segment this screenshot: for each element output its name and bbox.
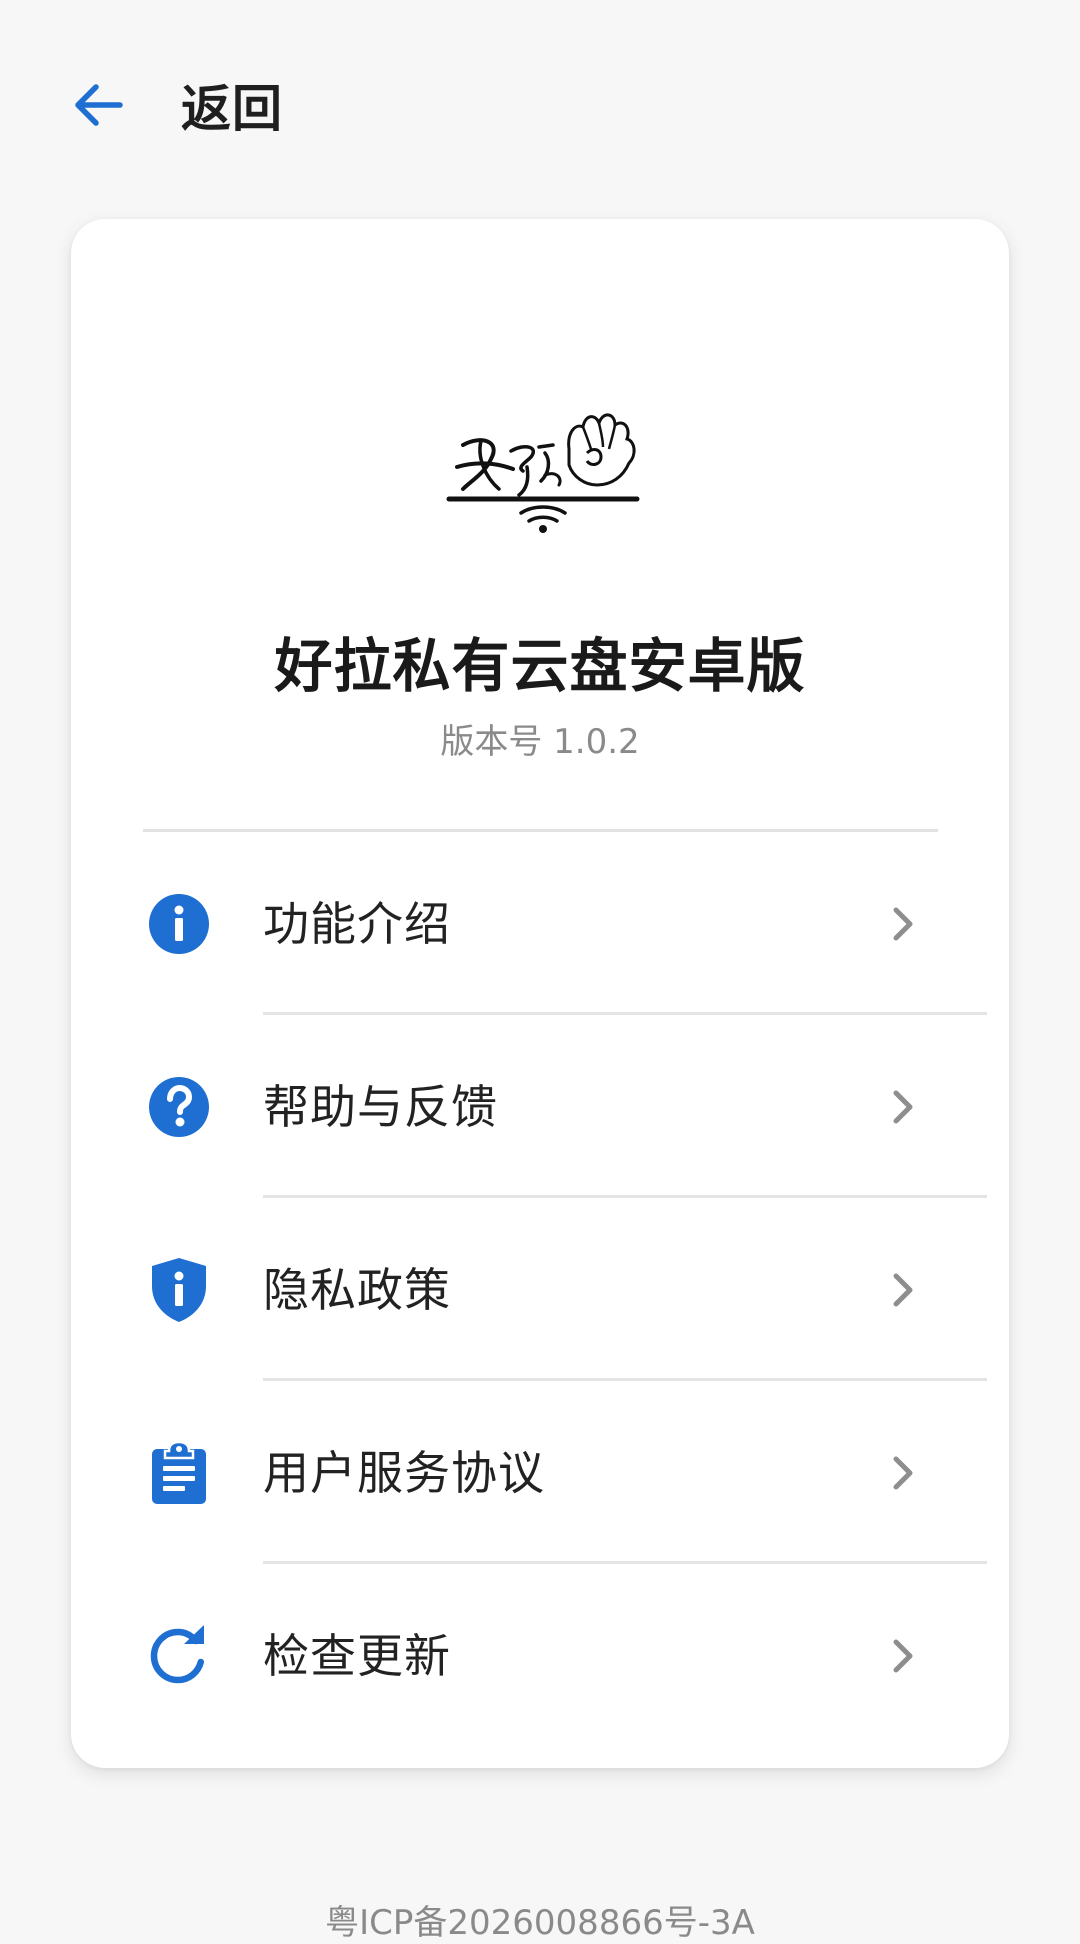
chevron-right-icon [881, 1268, 925, 1312]
back-arrow-icon [70, 66, 148, 144]
chevron-right-icon [881, 1085, 925, 1129]
menu-item-label: 隐私政策 [263, 1263, 451, 1317]
menu-item-label: 检查更新 [263, 1629, 451, 1683]
clipboard-icon [147, 1441, 211, 1505]
refresh-icon [147, 1624, 211, 1688]
chevron-right-icon [881, 902, 925, 946]
menu-item-label: 用户服务协议 [263, 1446, 545, 1500]
menu-item-label: 功能介绍 [263, 897, 451, 951]
app-logo-icon [441, 397, 645, 537]
menu-item-help-feedback[interactable]: 帮助与反馈 [71, 1015, 1009, 1198]
menu-item-label: 帮助与反馈 [263, 1080, 498, 1134]
back-button[interactable]: 返回 [70, 60, 283, 150]
help-circle-icon [147, 1075, 211, 1139]
back-label: 返回 [181, 80, 283, 138]
menu-item-privacy-policy[interactable]: 隐私政策 [71, 1198, 1009, 1381]
shield-info-icon [147, 1258, 211, 1322]
about-card: 好拉私有云盘安卓版 版本号 1.0.2 功能介绍 帮助与反馈 隐私政策 用户服务… [71, 219, 1009, 1768]
chevron-right-icon [881, 1451, 925, 1495]
menu-item-check-update[interactable]: 检查更新 [71, 1564, 1009, 1747]
top-bar: 返回 [0, 0, 1080, 215]
menu-item-user-agreement[interactable]: 用户服务协议 [71, 1381, 1009, 1564]
chevron-right-icon [881, 1634, 925, 1678]
settings-menu: 功能介绍 帮助与反馈 隐私政策 用户服务协议 检查更新 [71, 832, 1009, 1747]
menu-item-features[interactable]: 功能介绍 [71, 832, 1009, 1015]
version-label: 版本号 1.0.2 [440, 722, 640, 762]
info-circle-icon [147, 892, 211, 956]
app-name: 好拉私有云盘安卓版 [274, 632, 806, 700]
